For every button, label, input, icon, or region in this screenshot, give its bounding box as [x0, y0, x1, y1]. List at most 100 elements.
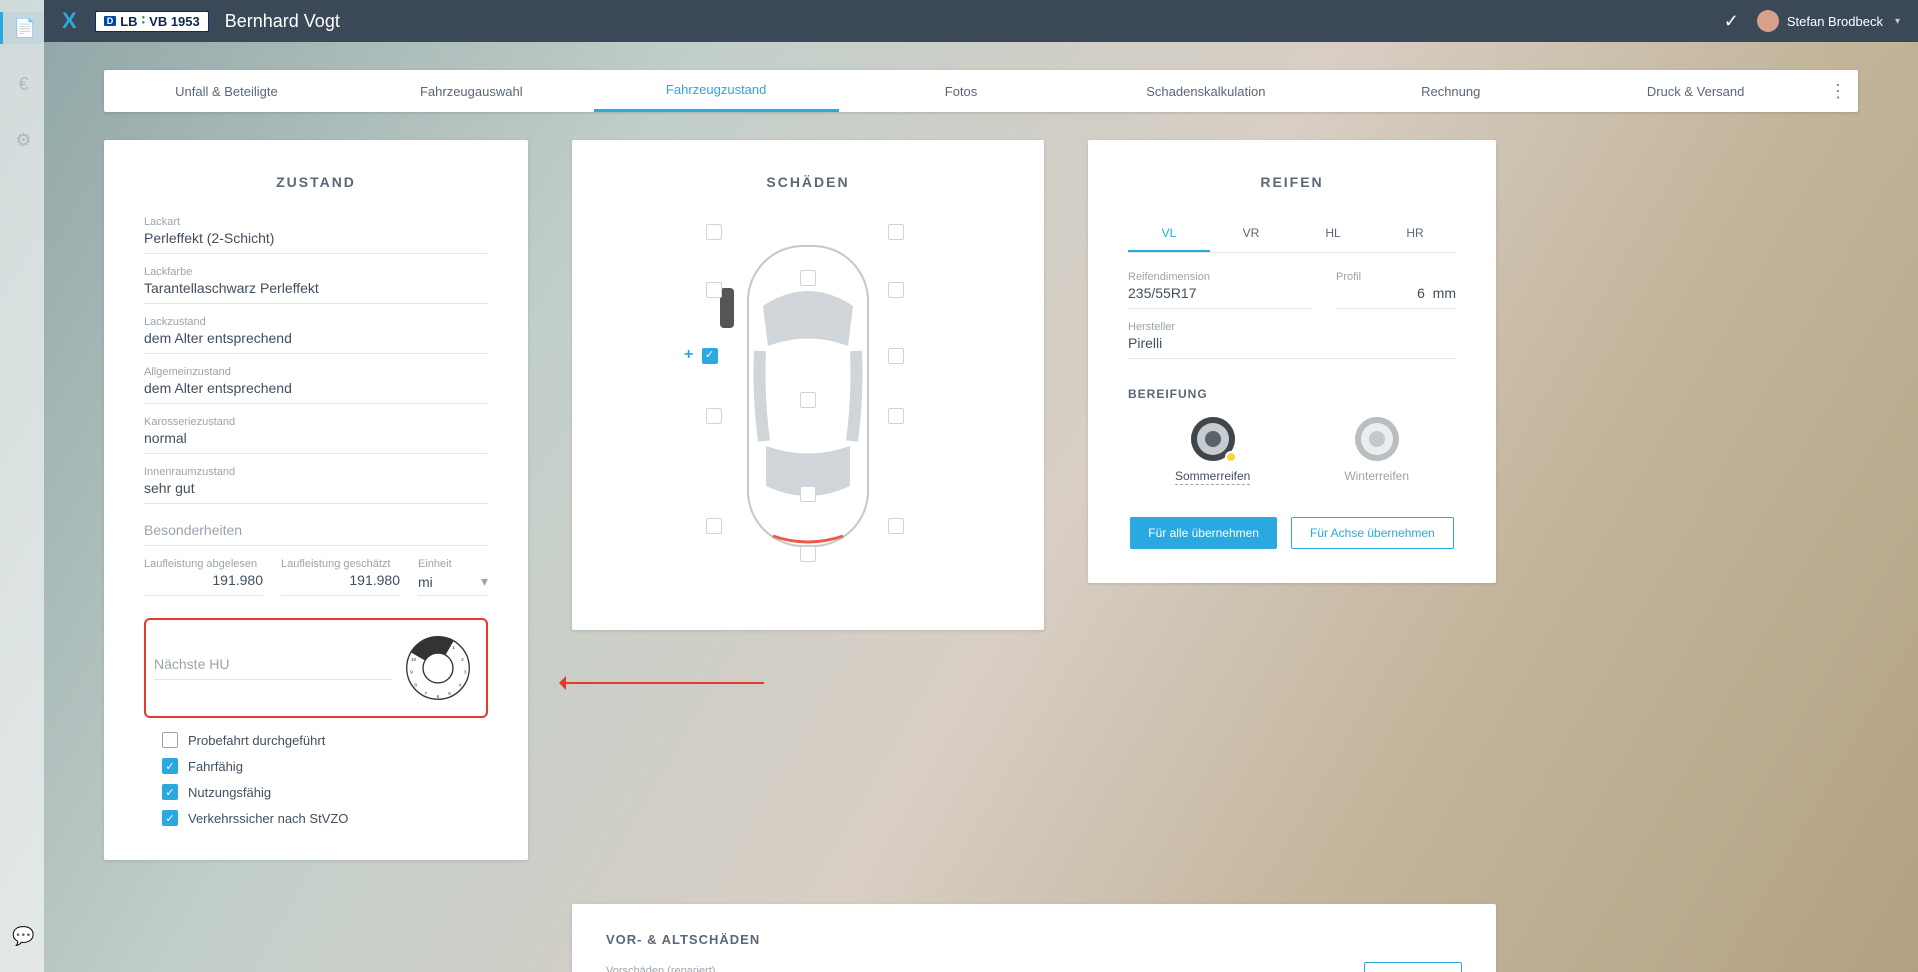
damage-zone-rr-door[interactable]: [888, 408, 904, 424]
checkbox-icon: [162, 732, 178, 748]
rail-item-euro[interactable]: €: [6, 68, 38, 100]
damage-zone-fr-fender[interactable]: [888, 282, 904, 298]
tab-fotos[interactable]: Fotos: [839, 70, 1084, 112]
user-menu[interactable]: Stefan Brodbeck ▾: [1757, 10, 1900, 32]
reifen-heading: REIFEN: [1128, 174, 1456, 190]
damage-zone-front-left[interactable]: [706, 224, 722, 240]
tab-fahrzeugzustand[interactable]: Fahrzeugzustand: [594, 70, 839, 112]
check-nutzungsfaehig[interactable]: ✓Nutzungsfähig: [162, 784, 488, 800]
tire-tab-hr[interactable]: HR: [1374, 216, 1456, 252]
damage-zone-left-door[interactable]: [702, 348, 718, 364]
damage-zone-trunk[interactable]: [800, 486, 816, 502]
svg-text:10: 10: [411, 657, 417, 663]
topbar: X D LB ●● VB 1953 Bernhard Vogt ✓ Stefan…: [44, 0, 1918, 42]
card-altschaeden: VOR- & ALTSCHÄDEN Standardtext Vorschäde…: [572, 904, 1496, 972]
damage-diagram: +: [668, 216, 948, 596]
license-plate: D LB ●● VB 1953: [95, 11, 209, 32]
tire-tab-vl[interactable]: VL: [1128, 216, 1210, 252]
chevron-down-icon: ▾: [1895, 16, 1900, 27]
tire-type-sommer[interactable]: Sommerreifen: [1175, 417, 1250, 483]
schaeden-heading: SCHÄDEN: [612, 174, 1004, 190]
field-laufleistung-abgelesen[interactable]: Laufleistung abgelesen 191.980: [144, 558, 263, 596]
field-naechste-hu[interactable]: Nächste HU: [154, 656, 392, 680]
damage-zone-front-right[interactable]: [888, 224, 904, 240]
avatar: [1757, 10, 1779, 32]
field-lackfarbe[interactable]: Lackfarbe Tarantellaschwarz Perleffekt: [144, 266, 488, 304]
main-tabs: Unfall & Beteiligte Fahrzeugauswahl Fahr…: [104, 70, 1858, 112]
svg-text:12: 12: [435, 640, 441, 646]
plate-region: LB: [120, 14, 137, 29]
zustand-checks: Probefahrt durchgeführt ✓Fahrfähig ✓Nutz…: [144, 732, 488, 826]
svg-text:3: 3: [464, 669, 467, 675]
rail-item-chat[interactable]: 💬: [6, 920, 38, 952]
btn-achse-uebernehmen[interactable]: Für Achse übernehmen: [1291, 517, 1454, 549]
tab-druck[interactable]: Druck & Versand: [1573, 70, 1818, 112]
checkbox-icon: ✓: [162, 758, 178, 774]
wheel-icon: [1355, 417, 1399, 461]
btn-alle-uebernehmen[interactable]: Für alle übernehmen: [1130, 517, 1277, 549]
user-name: Stefan Brodbeck: [1787, 14, 1883, 29]
rail-item-settings[interactable]: ⚙: [6, 124, 38, 156]
tab-fahrzeugauswahl[interactable]: Fahrzeugauswahl: [349, 70, 594, 112]
damage-zone-rl-door[interactable]: [706, 408, 722, 424]
left-rail: 📄 € ⚙ 💬: [0, 0, 44, 972]
tire-icon: [720, 288, 734, 328]
check-verkehrssicher[interactable]: ✓Verkehrssicher nach StVZO: [162, 810, 488, 826]
tire-tab-hl[interactable]: HL: [1292, 216, 1374, 252]
check-probefahrt[interactable]: Probefahrt durchgeführt: [162, 732, 488, 748]
check-fahrfaehig[interactable]: ✓Fahrfähig: [162, 758, 488, 774]
checkbox-icon: ✓: [162, 784, 178, 800]
wheel-icon: [1191, 417, 1235, 461]
tab-unfall[interactable]: Unfall & Beteiligte: [104, 70, 349, 112]
svg-text:7: 7: [424, 691, 427, 697]
svg-text:8: 8: [414, 682, 417, 688]
euro-icon: €: [18, 74, 28, 95]
hu-highlight-box: Nächste HU 1212 345 678 91011: [144, 618, 488, 718]
plate-number: VB 1953: [149, 14, 200, 29]
svg-text:2: 2: [461, 657, 464, 663]
svg-text:1: 1: [452, 645, 455, 651]
field-hersteller[interactable]: Hersteller Pirelli: [1128, 321, 1456, 359]
tire-type-winter[interactable]: Winterreifen: [1344, 417, 1409, 483]
chat-icon: 💬: [12, 926, 34, 947]
field-allgemeinzustand[interactable]: Allgemeinzustand dem Alter entsprechend: [144, 366, 488, 404]
field-vorschaeden[interactable]: Vorschäden (repariert) Mit einem Lacksch…: [606, 965, 1424, 972]
field-lackzustand[interactable]: Lackzustand dem Alter entsprechend: [144, 316, 488, 354]
damage-zone-rear-bumper[interactable]: [800, 546, 816, 562]
svg-text:9: 9: [410, 669, 413, 675]
hu-badge-icon[interactable]: 1212 345 678 91011: [404, 634, 472, 702]
card-reifen: REIFEN VL VR HL HR Reifendimension 235/5…: [1088, 140, 1496, 583]
tab-schadenskalkulation[interactable]: Schadenskalkulation: [1083, 70, 1328, 112]
damage-zone-right-door[interactable]: [888, 348, 904, 364]
damage-zone-rear-right[interactable]: [888, 518, 904, 534]
field-profil[interactable]: Profil 6 mm: [1336, 271, 1456, 309]
btn-standardtext[interactable]: Standardtext: [1364, 962, 1462, 972]
gear-icon: ⚙: [15, 130, 31, 151]
add-damage-icon[interactable]: +: [684, 346, 693, 364]
field-reifendimension[interactable]: Reifendimension 235/55R17: [1128, 271, 1312, 309]
field-besonderheiten[interactable]: Besonderheiten: [144, 522, 488, 546]
tabs-more-icon[interactable]: ⋮: [1818, 81, 1858, 102]
svg-text:11: 11: [420, 645, 425, 651]
damage-zone-rear-left[interactable]: [706, 518, 722, 534]
field-lackart[interactable]: Lackart Perleffekt (2-Schicht): [144, 216, 488, 254]
tab-rechnung[interactable]: Rechnung: [1328, 70, 1573, 112]
annotation-arrow: [564, 682, 764, 684]
damage-zone-hood[interactable]: [800, 270, 816, 286]
damage-zone-roof[interactable]: [800, 392, 816, 408]
field-einheit[interactable]: Einheit mi▾: [418, 558, 488, 596]
confirm-icon[interactable]: ✓: [1724, 11, 1739, 32]
zustand-heading: ZUSTAND: [144, 174, 488, 190]
card-zustand: ZUSTAND Lackart Perleffekt (2-Schicht) L…: [104, 140, 528, 860]
card-schaeden: SCHÄDEN: [572, 140, 1044, 630]
field-laufleistung-geschaetzt[interactable]: Laufleistung geschätzt 191.980: [281, 558, 400, 596]
tire-tab-vr[interactable]: VR: [1210, 216, 1292, 252]
app-logo[interactable]: X: [62, 8, 77, 34]
checkbox-icon: ✓: [162, 810, 178, 826]
damage-zone-fl-fender[interactable]: [706, 282, 722, 298]
rail-item-case[interactable]: 📄: [0, 12, 44, 44]
field-karosseriezustand[interactable]: Karosseriezustand normal: [144, 416, 488, 454]
field-innenraumzustand[interactable]: Innenraumzustand sehr gut: [144, 466, 488, 504]
tire-position-tabs: VL VR HL HR: [1128, 216, 1456, 253]
altschaeden-heading: VOR- & ALTSCHÄDEN: [606, 932, 1462, 947]
